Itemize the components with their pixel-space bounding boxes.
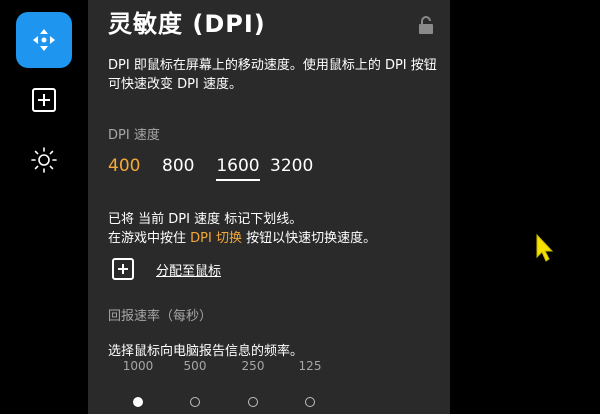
dpi-option-400[interactable]: 400 (108, 156, 162, 181)
dpi-settings-panel: 灵敏度 (DPI) DPI 即鼠标在屏幕上的移动速度。使用鼠标上的 DPI 按钮… (88, 0, 450, 414)
rate-radio-1000[interactable] (133, 397, 143, 407)
rate-option-label: 250 (241, 359, 265, 373)
dpi-option-3200[interactable]: 3200 (270, 156, 324, 181)
unlocked-padlock-icon[interactable] (418, 16, 434, 34)
assign-to-mouse-button[interactable]: 分配至鼠标 (112, 258, 221, 280)
panel-description: DPI 即鼠标在屏幕上的移动速度。使用鼠标上的 DPI 按钮可快速改变 DPI … (108, 58, 437, 92)
sidebar-item-assignments[interactable] (16, 12, 72, 68)
report-rate-options: 1000 500 250 125 (120, 359, 420, 414)
note-line-1: 已将 当前 DPI 速度 标记下划线。 (108, 212, 303, 227)
dpi-speed-label: DPI 速度 (108, 128, 160, 143)
sidebar-item-add[interactable] (16, 72, 72, 128)
dpi-note: 已将 当前 DPI 速度 标记下划线。 在游戏中按住 DPI 切换 按钮以快速切… (108, 210, 448, 248)
dpi-option-800[interactable]: 800 (162, 156, 216, 181)
sidebar (0, 0, 88, 414)
rate-radio-125[interactable] (305, 397, 315, 407)
note-line-2: 在游戏中按住 DPI 切换 按钮以快速切换速度。 (108, 229, 448, 248)
report-rate-label: 回报速率（每秒） (108, 309, 213, 324)
plus-icon (112, 258, 134, 280)
brightness-icon (31, 147, 57, 173)
rate-option-label: 125 (298, 359, 322, 373)
note-line-2-prefix: 在游戏中按住 (108, 231, 191, 246)
move-arrows-icon (33, 29, 55, 51)
mouse-cursor-icon (536, 233, 554, 262)
rate-radio-250[interactable] (248, 397, 258, 407)
dpi-shift-highlight: DPI 切换 (190, 231, 242, 246)
rate-option-label: 500 (183, 359, 207, 373)
panel-title: 灵敏度 (DPI) (108, 10, 266, 38)
note-line-2-suffix: 按钮以快速切换速度。 (241, 231, 377, 246)
dpi-value-list: 400 800 1600 3200 (108, 156, 324, 181)
sidebar-item-lighting[interactable] (16, 132, 72, 188)
rate-radio-500[interactable] (190, 397, 200, 407)
add-square-icon (32, 88, 56, 112)
rate-option-label: 1000 (122, 359, 154, 373)
report-rate-description: 选择鼠标向电脑报告信息的频率。 (108, 344, 304, 359)
dpi-option-1600[interactable]: 1600 (216, 156, 260, 181)
assign-to-mouse-label[interactable]: 分配至鼠标 (156, 260, 221, 279)
